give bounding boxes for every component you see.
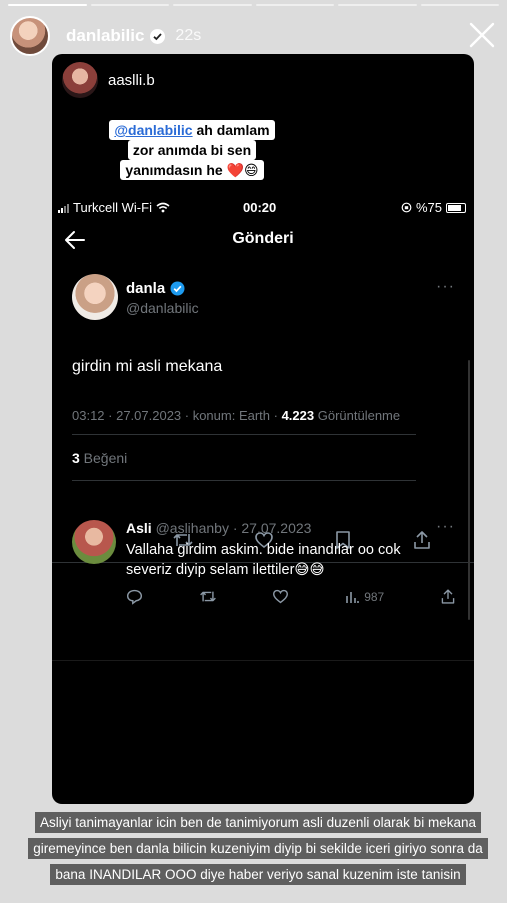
shared-post-header: aaslli.b — [62, 62, 155, 98]
progress-segment — [173, 4, 252, 6]
tweet-author-name[interactable]: danla — [126, 280, 165, 297]
carrier-name: Turkcell Wi-Fi — [73, 200, 152, 215]
divider — [52, 660, 474, 661]
progress-segment — [90, 4, 169, 6]
reply-header: Asli @aslihanby · 27.07.2023 — [126, 520, 311, 536]
sticker-text: ah damlam — [192, 122, 270, 138]
sticker-line-3: yanımdasın he ❤️😄 — [120, 160, 264, 180]
wifi-icon — [156, 202, 170, 213]
share-icon[interactable] — [440, 588, 456, 605]
mention-link[interactable]: @danlabilic — [114, 122, 192, 138]
views-chart-icon — [346, 591, 360, 603]
tweet-text: girdin mi asli mekana — [72, 358, 223, 375]
story-progress-bar — [8, 4, 499, 6]
twitter-nav-bar: Gönderi — [52, 220, 474, 260]
progress-segment — [420, 4, 499, 6]
close-icon[interactable] — [467, 20, 497, 50]
shared-post-username[interactable]: aaslli.b — [108, 72, 155, 89]
carrier-info: Turkcell Wi-Fi — [58, 200, 170, 215]
status-time: 00:20 — [243, 200, 277, 215]
tweet-author-handle[interactable]: @danlabilic — [126, 300, 199, 316]
verified-icon — [150, 28, 166, 44]
reply-icon[interactable] — [126, 588, 143, 605]
tweet-author-avatar[interactable] — [72, 274, 118, 320]
progress-segment — [255, 4, 334, 6]
battery-icon — [446, 202, 466, 213]
orientation-lock-icon — [401, 202, 412, 213]
story-caption: Asliyi tanimayanlar icin ben de tanimiyo… — [26, 810, 490, 888]
likes-count[interactable]: 3 Beğeni — [72, 450, 127, 466]
story-avatar[interactable] — [10, 16, 50, 56]
divider — [72, 480, 416, 481]
retweet-icon[interactable] — [199, 588, 217, 605]
story-username[interactable]: danlabilic — [66, 26, 144, 46]
sticker-line-2: zor anımda bi sen — [127, 140, 257, 160]
reply-handle-date[interactable]: @aslihanby · 27.07.2023 — [152, 520, 312, 536]
like-icon[interactable] — [272, 588, 289, 605]
tweet-view-label: Görüntülenme — [314, 408, 401, 423]
likes-number: 3 — [72, 450, 80, 466]
reply-view-count: 987 — [364, 589, 385, 604]
story-header: danlabilic 22s — [10, 14, 499, 58]
likes-label: Beğeni — [79, 450, 128, 466]
tweet-meta-details: 03:12 · 27.07.2023 · konum: Earth · — [72, 408, 282, 423]
tweet-view-count: 4.223 — [281, 408, 315, 423]
battery-info: %75 — [401, 200, 466, 215]
verified-icon — [170, 281, 185, 296]
story-username-group[interactable]: danlabilic — [66, 26, 166, 46]
shared-post-card[interactable]: aaslli.b @danlabilic ah damlam zor anımd… — [52, 54, 474, 804]
progress-segment — [8, 4, 87, 6]
reply-author-avatar[interactable] — [72, 520, 116, 564]
sticker-line-1: @danlabilic ah damlam — [109, 120, 275, 140]
story-caption-text: Asliyi tanimayanlar icin ben de tanimiyo… — [28, 812, 488, 885]
reply-text: Vallaha girdim askim. bide inandılar oo … — [126, 542, 401, 578]
tweet-meta: 03:12 · 27.07.2023 · konum: Earth · 4.22… — [72, 408, 400, 423]
reply-author-name[interactable]: Asli — [126, 520, 152, 536]
tweet-author-name-group[interactable]: danla — [126, 280, 185, 297]
sticker-text: yanımdasın he — [125, 162, 227, 178]
page-title: Gönderi — [232, 230, 294, 247]
more-options-icon[interactable]: ··· — [436, 518, 455, 536]
divider — [72, 434, 416, 435]
phone-status-bar: Turkcell Wi-Fi 00:20 %75 — [52, 200, 474, 220]
signal-icon — [58, 203, 69, 213]
reply-action-bar: 987 — [126, 588, 456, 605]
story-timestamp: 22s — [175, 27, 202, 44]
shared-post-avatar[interactable] — [62, 62, 98, 98]
more-options-icon[interactable]: ··· — [436, 278, 455, 296]
scrollbar[interactable] — [468, 360, 470, 620]
views-group[interactable]: 987 — [345, 590, 384, 604]
mention-sticker: @danlabilic ah damlam zor anımda bi sen … — [107, 120, 277, 180]
progress-segment — [338, 4, 417, 6]
heart-smile-emoji: ❤️😄 — [226, 162, 259, 178]
battery-percent: %75 — [415, 200, 442, 215]
